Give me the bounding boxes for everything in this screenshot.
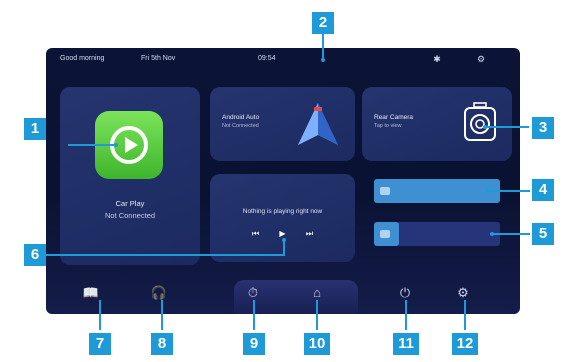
callout-4: 4 (532, 179, 554, 201)
carplay-tile[interactable]: Car Play Not Connected (60, 87, 200, 265)
callout-2-dot (321, 58, 325, 62)
previous-icon[interactable]: ⏮ (252, 229, 259, 239)
status-bar: Good morning Fri 5th Nov 09:54 ✱ ⚙ (46, 48, 520, 70)
callout-7: 7 (89, 333, 111, 355)
callout-3-dot (483, 125, 487, 129)
brightness-slider[interactable] (374, 222, 500, 246)
music-status: Nothing is playing right now (242, 208, 323, 215)
callout-9: 9 (243, 333, 265, 355)
headphones-icon[interactable]: 🎧 (150, 284, 168, 302)
rear-camera-subtitle: Tap to view (374, 123, 402, 129)
play-icon[interactable]: ▶ (279, 229, 285, 238)
date-text: Fri 5th Nov (141, 55, 176, 62)
rear-camera-title: Rear Camera (374, 114, 414, 121)
callout-11-leader (405, 300, 407, 330)
greeting-text: Good morning (60, 55, 105, 62)
callout-8-leader (161, 300, 163, 330)
clock-text: 09:54 (258, 55, 276, 62)
brightness-icon (380, 230, 390, 238)
settings-icon[interactable]: ⚙ (476, 54, 486, 64)
volume-slider[interactable] (374, 179, 500, 203)
android-auto-icon (298, 103, 338, 145)
callout-6: 6 (24, 244, 46, 266)
android-auto-tile[interactable]: Android Auto Not Connected (210, 87, 355, 161)
callout-5-dot (490, 232, 494, 236)
callout-6-leader (44, 254, 284, 256)
android-auto-subtitle: Not Connected (222, 123, 259, 129)
callout-10: 10 (304, 333, 330, 355)
callout-2-leader (322, 34, 324, 60)
callout-11: 11 (393, 333, 419, 355)
settings-icon[interactable]: ⚙ (454, 284, 472, 302)
callout-1-dot (114, 143, 118, 147)
callout-3-leader (485, 126, 529, 128)
android-auto-title: Android Auto (222, 114, 260, 121)
volume-icon (380, 187, 390, 195)
callout-5-leader (492, 233, 530, 235)
book-icon[interactable]: 📖 (82, 284, 100, 302)
callout-1-leader (68, 144, 116, 146)
bottom-dock: 📖 🎧 ⏱ ⌂ ⏻ ⚙ (46, 272, 520, 314)
callout-1: 1 (24, 118, 46, 140)
callout-4-dot (486, 189, 490, 193)
callout-10-leader (316, 300, 318, 330)
callout-9-leader (253, 300, 255, 330)
carplay-title: Car Play (115, 199, 145, 208)
callout-6-dot (282, 238, 286, 242)
callout-12: 12 (452, 333, 478, 355)
callout-4-leader (488, 190, 530, 192)
rear-camera-tile[interactable]: Rear Camera Tap to view (362, 87, 512, 161)
callout-12-leader (464, 300, 466, 330)
next-icon[interactable]: ⏭ (306, 229, 313, 239)
device-screen: Good morning Fri 5th Nov 09:54 ✱ ⚙ Car P… (46, 48, 520, 314)
callout-3: 3 (532, 117, 554, 139)
bluetooth-icon[interactable]: ✱ (432, 54, 442, 64)
camera-icon (464, 102, 496, 141)
callout-7-leader (99, 300, 101, 330)
callout-2: 2 (312, 12, 334, 34)
callout-5: 5 (532, 223, 554, 245)
callout-6-leader-v (283, 240, 285, 256)
volume-fill (374, 179, 500, 203)
carplay-status: Not Connected (104, 211, 156, 220)
callout-8: 8 (151, 333, 173, 355)
